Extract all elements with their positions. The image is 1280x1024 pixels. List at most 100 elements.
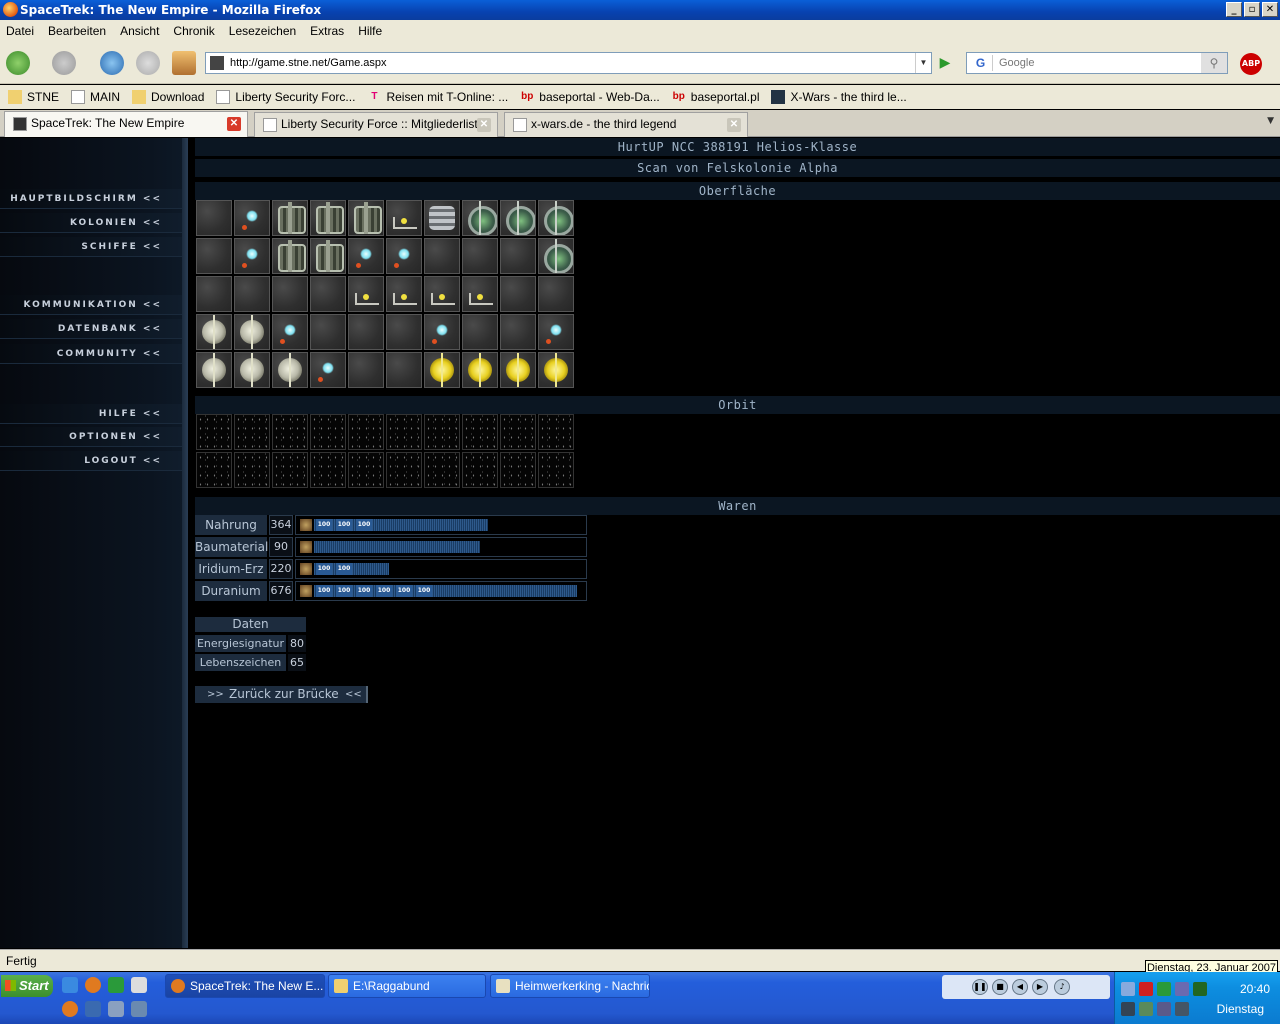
orbit-tile[interactable]: [310, 452, 346, 488]
tab-list-chevron-icon[interactable]: ▼: [1267, 116, 1274, 126]
surface-tile-dome-building[interactable]: [272, 352, 308, 388]
nav-logout[interactable]: LOGOUT <<: [0, 451, 182, 471]
google-search-engine-icon[interactable]: G: [969, 55, 993, 71]
home-icon[interactable]: [172, 51, 196, 75]
next-icon[interactable]: ▶: [1032, 979, 1048, 995]
surface-tile-lab-building[interactable]: [348, 276, 384, 312]
taskbar-heimwerkerking[interactable]: Heimwerkerking - Nachric...: [490, 974, 650, 998]
meter-icon[interactable]: [1193, 982, 1207, 996]
tab-liberty[interactable]: Liberty Security Force :: Mitgliederlist…: [254, 112, 498, 137]
surface-tile-dome-building[interactable]: [196, 352, 232, 388]
app-icon[interactable]: [108, 1001, 124, 1017]
surface-tile-empty[interactable]: [310, 276, 346, 312]
taskbar-explorer[interactable]: E:\Raggabund: [328, 974, 486, 998]
bookmark-download[interactable]: Download: [132, 85, 204, 109]
tab-close-icon[interactable]: ✕: [477, 118, 491, 132]
surface-tile-gear-building[interactable]: [310, 238, 346, 274]
surface-tile-empty[interactable]: [462, 238, 498, 274]
surface-tile-empty[interactable]: [348, 352, 384, 388]
stop-icon[interactable]: ■: [992, 979, 1008, 995]
surface-tile-empty[interactable]: [310, 314, 346, 350]
surface-tile-crystal-building[interactable]: [386, 238, 422, 274]
surface-tile-ring-building[interactable]: [500, 200, 536, 236]
app-icon[interactable]: [85, 1001, 101, 1017]
orbit-tile[interactable]: [424, 452, 460, 488]
tab-xwars[interactable]: x-wars.de - the third legend ✕: [504, 112, 748, 137]
app-icon[interactable]: [1175, 1002, 1189, 1016]
surface-tile-empty[interactable]: [424, 238, 460, 274]
surface-tile-lab-building[interactable]: [424, 276, 460, 312]
orbit-tile[interactable]: [234, 452, 270, 488]
previous-icon[interactable]: ◀: [1012, 979, 1028, 995]
start-button[interactable]: Start: [1, 975, 53, 997]
search-input[interactable]: G Google ⚲: [966, 52, 1228, 74]
surface-tile-empty[interactable]: [348, 314, 384, 350]
search-icon[interactable]: ⚲: [1201, 53, 1227, 73]
surface-tile-sun-building[interactable]: [500, 352, 536, 388]
surface-tile-gear-building[interactable]: [272, 238, 308, 274]
surface-tile-lab-building[interactable]: [386, 276, 422, 312]
surface-tile-empty[interactable]: [386, 352, 422, 388]
surface-tile-crystal-building[interactable]: [424, 314, 460, 350]
surface-tile-empty[interactable]: [196, 276, 232, 312]
arrow-icon[interactable]: [1121, 1002, 1135, 1016]
orbit-tile[interactable]: [500, 452, 536, 488]
menu-ansicht[interactable]: Ansicht: [120, 20, 159, 42]
nav-community[interactable]: COMMUNITY <<: [0, 344, 182, 364]
surface-tile-empty[interactable]: [234, 276, 270, 312]
back-to-bridge-button[interactable]: >> Zurück zur Brücke <<: [195, 686, 368, 703]
bookmark-baseportal-pl[interactable]: bp baseportal.pl: [672, 85, 760, 109]
orbit-tile[interactable]: [462, 414, 498, 450]
bookmark-xwars[interactable]: X-Wars - the third le...: [771, 85, 907, 109]
surface-tile-empty[interactable]: [196, 200, 232, 236]
surface-tile-sun-building[interactable]: [538, 352, 574, 388]
firefox-icon[interactable]: [85, 977, 101, 993]
clover-icon[interactable]: [108, 977, 124, 993]
nav-kolonien[interactable]: KOLONIEN <<: [0, 213, 182, 233]
surface-tile-gear-building[interactable]: [310, 200, 346, 236]
orbit-tile[interactable]: [462, 452, 498, 488]
app-icon[interactable]: [1139, 1002, 1153, 1016]
bookmark-liberty[interactable]: Liberty Security Forc...: [216, 85, 355, 109]
close-button[interactable]: ✕: [1262, 2, 1278, 17]
surface-tile-empty[interactable]: [272, 276, 308, 312]
surface-tile-ring-building[interactable]: [538, 200, 574, 236]
tab-spacetrek[interactable]: SpaceTrek: The New Empire ✕: [4, 111, 248, 137]
app-icon[interactable]: [131, 1001, 147, 1017]
taskbar-spacetrek[interactable]: SpaceTrek: The New E...: [165, 974, 325, 998]
orbit-tile[interactable]: [196, 414, 232, 450]
surface-tile-empty[interactable]: [386, 314, 422, 350]
surface-tile-tower-building[interactable]: [424, 200, 460, 236]
minimize-button[interactable]: _: [1226, 2, 1242, 17]
surface-tile-ring-building[interactable]: [538, 238, 574, 274]
orbit-tile[interactable]: [424, 414, 460, 450]
firefox-icon[interactable]: [62, 1001, 78, 1017]
surface-tile-empty[interactable]: [500, 314, 536, 350]
orbit-tile[interactable]: [272, 452, 308, 488]
surface-tile-crystal-building[interactable]: [234, 200, 270, 236]
nav-kommunikation[interactable]: KOMMUNIKATION <<: [0, 295, 182, 315]
bookmark-tonline[interactable]: T Reisen mit T-Online: ...: [367, 85, 508, 109]
surface-tile-empty[interactable]: [500, 238, 536, 274]
surface-tile-sun-building[interactable]: [462, 352, 498, 388]
nav-hilfe[interactable]: HILFE <<: [0, 404, 182, 424]
surface-tile-dome-building[interactable]: [196, 314, 232, 350]
orbit-tile[interactable]: [500, 414, 536, 450]
surface-tile-gear-building[interactable]: [348, 200, 384, 236]
nav-optionen[interactable]: OPTIONEN <<: [0, 427, 182, 447]
surface-tile-empty[interactable]: [538, 276, 574, 312]
url-bar[interactable]: http://game.stne.net/Game.aspx ▼: [205, 52, 932, 74]
surface-tile-dome-building[interactable]: [234, 352, 270, 388]
tab-close-icon[interactable]: ✕: [227, 117, 241, 131]
menu-lesezeichen[interactable]: Lesezeichen: [229, 20, 296, 42]
orbit-tile[interactable]: [538, 414, 574, 450]
surface-tile-ring-building[interactable]: [462, 200, 498, 236]
surface-tile-dome-building[interactable]: [234, 314, 270, 350]
nav-datenbank[interactable]: DATENBANK <<: [0, 319, 182, 339]
back-arrow-icon[interactable]: [6, 51, 30, 75]
orbit-tile[interactable]: [234, 414, 270, 450]
network-icon[interactable]: [1121, 982, 1135, 996]
surface-tile-empty[interactable]: [196, 238, 232, 274]
clock[interactable]: 20:40: [1240, 982, 1270, 996]
orbit-tile[interactable]: [386, 414, 422, 450]
